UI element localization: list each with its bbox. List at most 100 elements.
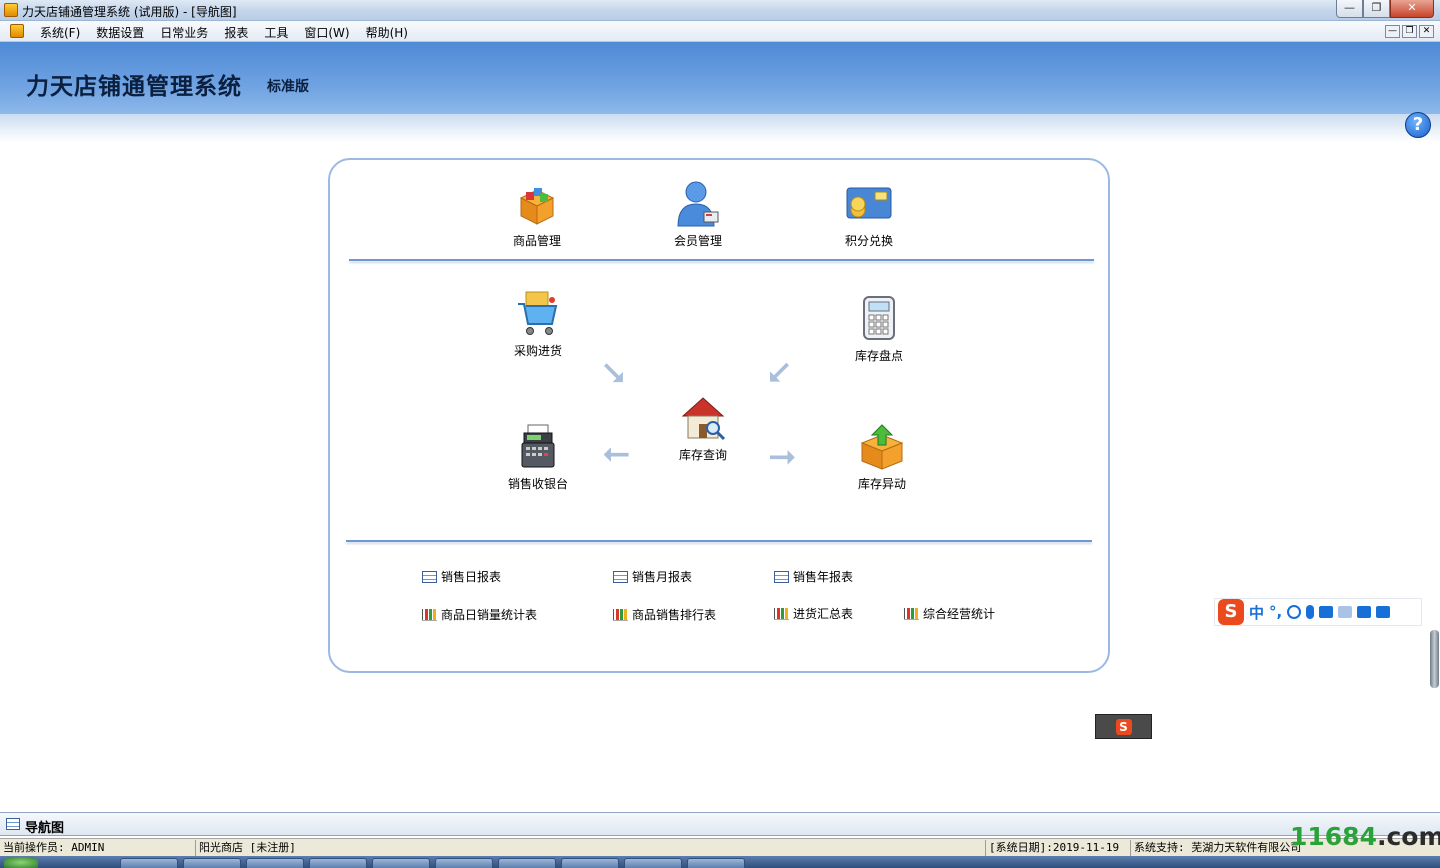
bar-chart-icon: [774, 607, 789, 620]
report-goods-sales-rank[interactable]: 商品销售排行表: [613, 606, 716, 623]
report-table-icon: [774, 570, 789, 583]
module-goods-management[interactable]: 商品管理: [482, 180, 592, 249]
report-table-icon: [422, 570, 437, 583]
arrow-left-icon: ➞: [602, 435, 631, 475]
arrow-down-right-icon: ➞: [590, 348, 639, 398]
watermark-number: 11684: [1290, 822, 1377, 851]
taskbar-button[interactable]: [624, 858, 682, 868]
tab-navigation-map[interactable]: 导航图: [25, 817, 64, 836]
section-divider: [349, 259, 1094, 261]
bar-chart-icon: [904, 607, 919, 620]
member-icon: [674, 180, 722, 228]
maximize-button[interactable]: ❐: [1363, 0, 1390, 18]
taskbar-button[interactable]: [120, 858, 178, 868]
module-inventory-check[interactable]: 库存盘点: [824, 295, 934, 364]
report-label: 销售年报表: [793, 570, 854, 584]
app-title: 力天店铺通管理系统: [26, 74, 242, 100]
skin-shirt-icon[interactable]: [1357, 606, 1372, 618]
ime-mini-bar[interactable]: S: [1095, 714, 1152, 739]
close-button[interactable]: ✕: [1390, 0, 1434, 18]
sogou-logo-icon[interactable]: S: [1115, 718, 1132, 735]
app-icon: [4, 3, 18, 17]
report-label: 综合经营统计: [923, 607, 996, 621]
report-sales-daily[interactable]: 销售日报表: [422, 568, 501, 585]
shopping-cart-icon: [514, 290, 562, 338]
banner-fade: [0, 114, 1440, 142]
menu-reports[interactable]: 报表: [224, 24, 248, 41]
ime-toolbar[interactable]: S 中 °,: [1214, 598, 1422, 626]
taskbar-button[interactable]: [498, 858, 556, 868]
module-label: 库存异动: [857, 477, 906, 491]
report-purchase-summary[interactable]: 进货汇总表: [774, 605, 853, 622]
minimize-button[interactable]: —: [1336, 0, 1363, 18]
report-label: 销售月报表: [632, 570, 693, 584]
report-label: 进货汇总表: [793, 607, 854, 621]
navigation-map-icon: [6, 818, 20, 830]
taskbar-button[interactable]: [309, 858, 367, 868]
ime-punctuation-toggle[interactable]: °,: [1269, 603, 1282, 621]
arrow-right-icon: ➞: [768, 437, 797, 477]
box-arrow-up-icon: [858, 423, 906, 471]
taskbar-button[interactable]: [435, 858, 493, 868]
report-sales-monthly[interactable]: 销售月报表: [613, 568, 692, 585]
bar-chart-icon: [613, 608, 628, 621]
report-overall-stats[interactable]: 综合经营统计: [904, 605, 995, 622]
navigation-panel: 商品管理 会员管理 积分兑换 采购进货 库存盘点 ➞ ➞ 库存查询 ➞ ➞ 销售…: [328, 158, 1110, 673]
title-bar: 力天店铺通管理系统 (试用版) - [导航图] — ❐ ✕: [0, 0, 1440, 21]
keyboard-icon[interactable]: [1319, 606, 1334, 618]
menu-tools[interactable]: 工具: [264, 24, 288, 41]
ime-mode-toggle[interactable]: 中: [1249, 602, 1264, 623]
menu-bar: 系统(F) 数据设置 日常业务 报表 工具 窗口(W) 帮助(H) — ❐ ✕: [0, 21, 1440, 42]
status-shop: 阳光商店 [未注册]: [196, 840, 986, 856]
menu-daily-business[interactable]: 日常业务: [160, 24, 208, 41]
help-icon[interactable]: ?: [1405, 112, 1431, 138]
menu-system[interactable]: 系统(F): [40, 24, 80, 41]
sogou-logo-icon[interactable]: S: [1218, 599, 1244, 625]
menu-window[interactable]: 窗口(W): [304, 24, 349, 41]
module-pos-cashier[interactable]: 销售收银台: [483, 423, 593, 492]
module-inventory-change[interactable]: 库存异动: [827, 423, 937, 492]
house-search-icon: [679, 394, 727, 442]
taskbar-button[interactable]: [372, 858, 430, 868]
emoji-icon[interactable]: [1287, 605, 1302, 619]
taskbar-button[interactable]: [687, 858, 745, 868]
gesture-icon[interactable]: [1338, 606, 1353, 618]
module-inventory-query[interactable]: 库存查询: [648, 394, 758, 463]
module-points-exchange[interactable]: 积分兑换: [814, 180, 924, 249]
arrow-down-left-icon: ➞: [755, 348, 804, 398]
status-operator: 当前操作员: ADMIN: [0, 840, 196, 856]
points-card-icon: [845, 180, 893, 228]
module-label: 会员管理: [673, 234, 722, 248]
toolbox-grid-icon[interactable]: [1376, 606, 1391, 618]
mdi-close-button[interactable]: ✕: [1419, 25, 1434, 38]
mdi-tab-bar: 导航图: [0, 812, 1440, 836]
mdi-child-icon[interactable]: [10, 24, 24, 38]
report-label: 商品销售排行表: [632, 608, 717, 622]
microphone-icon[interactable]: [1306, 605, 1315, 619]
mdi-controls: — ❐ ✕: [1385, 25, 1434, 38]
scrollbar-thumb[interactable]: [1430, 630, 1439, 688]
mdi-restore-button[interactable]: ❐: [1402, 25, 1417, 38]
menu-data-settings[interactable]: 数据设置: [96, 24, 144, 41]
module-label: 销售收银台: [507, 477, 568, 491]
module-member-management[interactable]: 会员管理: [643, 180, 753, 249]
taskbar-button[interactable]: [246, 858, 304, 868]
menu-help[interactable]: 帮助(H): [366, 24, 408, 41]
status-bar: 当前操作员: ADMIN 阳光商店 [未注册] [系统日期]:2019-11-1…: [0, 838, 1440, 856]
module-label: 库存盘点: [854, 349, 903, 363]
report-label: 商品日销量统计表: [441, 608, 538, 622]
taskbar-button[interactable]: [561, 858, 619, 868]
section-divider: [346, 540, 1092, 542]
report-label: 销售日报表: [441, 570, 502, 584]
header-banner: 力天店铺通管理系统 标准版: [0, 42, 1440, 114]
goods-box-icon: [513, 180, 561, 228]
start-button[interactable]: [4, 857, 38, 868]
module-label: 积分兑换: [844, 234, 893, 248]
report-goods-daily-sales[interactable]: 商品日销量统计表: [422, 606, 537, 623]
window-title: 力天店铺通管理系统 (试用版) - [导航图]: [22, 5, 237, 19]
mdi-minimize-button[interactable]: —: [1385, 25, 1400, 38]
taskbar-button[interactable]: [183, 858, 241, 868]
module-purchase[interactable]: 采购进货: [483, 290, 593, 359]
os-taskbar: [0, 856, 1440, 868]
report-sales-yearly[interactable]: 销售年报表: [774, 568, 853, 585]
